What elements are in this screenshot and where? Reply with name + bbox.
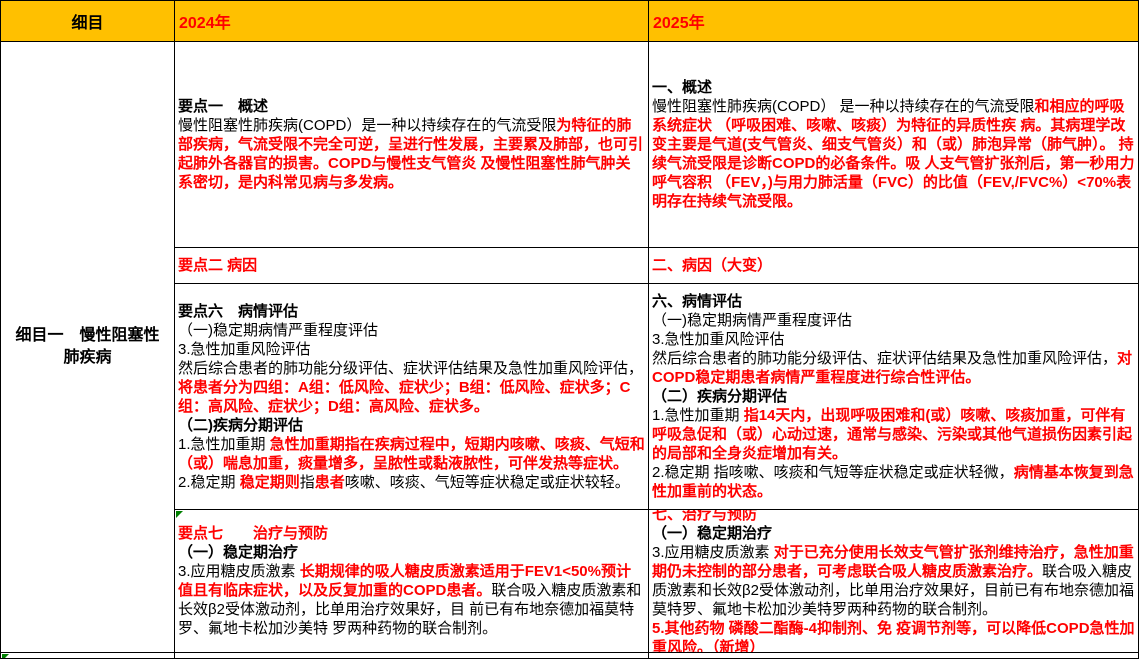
cell-2024-etiology[interactable]: 要点二 病因 [175,248,649,284]
paragraph: （一）稳定期治疗 [652,524,1135,543]
text-run: 慢性阻塞性肺疾病(COPD） 是一种以持续存在的气流受限 [652,98,1035,115]
cell-flag-triangle-icon [2,654,9,659]
paragraph: 慢性阻塞性肺疾病(COPD） 是一种以持续存在的气流受限和相应的呼吸系统症状 （… [652,97,1135,211]
text-run: 一、概述 [652,79,712,96]
paragraph: 七、治疗与预防 [652,510,1135,524]
text-run: （二)疾病分期评估 [178,417,303,434]
text-run: 要点七 治疗与预防 [178,525,328,542]
paragraph: （一)稳定期病情严重程度评估 [178,321,645,340]
paragraph: 1.急性加重期 指14天内，出现呼吸困难和(或）咳嗽、咳痰加重，可伴有呼吸急促和… [652,406,1135,463]
next-row-label-cell[interactable] [1,653,175,659]
paragraph: 一、概述 [652,78,1135,97]
paragraph: 然后综合患者的肺功能分级评估、症状评估结果及急性加重风险评估，对COPD稳定期患… [652,349,1135,387]
text-run: 要点二 病因 [178,257,257,274]
text-run: 3.应用糖皮质激素 [652,544,774,561]
paragraph: 然后综合患者的肺功能分级评估、症状评估结果及急性加重风险评估， 将患者分为四组：A… [178,359,645,416]
text-run: 慢性阻塞性肺疾病(COPD）是一种以持续存在的气流受限 [178,117,556,134]
text-run: （二）疾病分期评估 [652,388,787,405]
text-run: 然后综合患者的肺功能分级评估、症状评估结果及急性加重风险评估， [652,350,1117,367]
header-label-2024: 2024年 [179,9,231,33]
paragraph: 3.应用糖皮质激素 长期规律的吸人糖皮质激素适用于FEV1<50%预计值且有临床… [178,562,645,638]
cell-2024-overview[interactable]: 要点一 概述慢性阻塞性肺疾病(COPD）是一种以持续存在的气流受限为特征的肺部疾… [175,42,649,248]
text-run: 2.稳定期 [178,474,240,491]
cell-2025-assessment[interactable]: 六、病情评估（一)稳定期病情严重程度评估3.急性加重风险评估然后综合患者的肺功能… [649,284,1139,510]
next-row-2024-cell[interactable] [175,653,649,659]
comparison-table: 细目 2024年 2025年 细目一 慢性阻塞性肺疾病 要点一 概述慢性阻塞性肺… [0,0,1139,659]
paragraph: 要点七 治疗与预防 [178,524,645,543]
header-label-ximu: 细目 [71,9,103,33]
paragraph: （二)疾病分期评估 [178,416,645,435]
paragraph: 3.急性加重风险评估 [652,330,1135,349]
paragraph: 二、病因（大变） [652,256,1135,275]
cell-2025-etiology[interactable]: 二、病因（大变） [649,248,1139,284]
text-run: 然后综合患者的肺功能分级评估、症状评估结果及急性加重风险评估， [178,360,643,377]
cell-2025-treatment[interactable]: 七、治疗与预防 （一）稳定期治疗3.应用糖皮质激素 对于已充分使用长效支气管扩张剂… [649,510,1139,653]
paragraph: 2.稳定期 指咳嗽、咳痰和气短等症状稳定或症状轻微，病情基本恢复到急性加重前的状… [652,463,1135,501]
header-label-2025: 2025年 [653,9,705,33]
text-run: 3.急性加重风险评估 [178,341,311,358]
text-run: 将患者分为四组：A组：低风险、症状少；B组：低风险、症状多；C组：高风险、症状少… [178,379,631,415]
text-run: 1.急性加重期 [178,436,270,453]
paragraph: 2.稳定期 稳定期则指患者咳嗽、咳痰、气短等症状稳定或症状较轻。 [178,473,645,492]
cell-2024-treatment[interactable]: 要点七 治疗与预防 （一）稳定期治疗3.应用糖皮质激素 长期规律的吸人糖皮质激素适… [175,510,649,653]
cell-flag-triangle-icon [176,511,183,518]
paragraph: （一）稳定期治疗 [178,543,645,562]
text-run: 要点六 病情评估 [178,303,298,320]
paragraph: 3.急性加重风险评估 [178,340,645,359]
header-cell-ximu[interactable]: 细目 [1,1,175,42]
text-run: 患者 [315,474,345,491]
text-run: 稳定期则 [240,474,300,491]
paragraph: 5.其他药物 磷酸二酯酶-4抑制剂、免 疫调节剂等，可以降低COPD急性加重风险… [652,619,1135,653]
text-run: （一)稳定期病情严重程度评估 [178,322,378,339]
paragraph: 要点六 病情评估 [178,302,645,321]
cell-2024-assessment[interactable]: 要点六 病情评估（一)稳定期病情严重程度评估3.急性加重风险评估然后综合患者的肺… [175,284,649,510]
header-cell-2025[interactable]: 2025年 [649,1,1139,42]
text-run: 3.急性加重风险评估 [652,331,785,348]
text-run: 5.其他药物 磷酸二酯酶-4抑制剂、免 疫调节剂等，可以降低COPD急性加重风险… [652,620,1135,653]
text-run: （一)稳定期病情严重程度评估 [652,312,852,329]
header-cell-2024[interactable]: 2024年 [175,1,649,42]
paragraph: （一)稳定期病情严重程度评估 [652,311,1135,330]
text-run: 3.应用糖皮质激素 [178,563,300,580]
row-label-text: 细目一 慢性阻塞性肺疾病 [13,325,162,369]
text-run: 1.急性加重期 [652,407,744,424]
cell-2025-overview[interactable]: 一、概述慢性阻塞性肺疾病(COPD） 是一种以持续存在的气流受限和相应的呼吸系统… [649,42,1139,248]
paragraph: 六、病情评估 [652,292,1135,311]
row-label-copd[interactable]: 细目一 慢性阻塞性肺疾病 [1,42,175,653]
text-run: （一）稳定期治疗 [652,525,772,542]
paragraph: 1.急性加重期 急性加重期指在疾病过程中，短期内咳嗽、咳痰、气短和（或）喘息加重… [178,435,645,473]
paragraph: 要点二 病因 [178,256,645,275]
text-run: （一）稳定期治疗 [178,544,298,561]
paragraph: 要点一 概述 [178,97,645,116]
text-run: 要点一 概述 [178,98,268,115]
next-row-2025-cell[interactable] [649,653,1139,659]
text-run: 咳嗽、咳痰、气短等症状稳定或症状较轻。 [345,474,630,491]
text-run: 2.稳定期 指咳嗽、咳痰和气短等症状稳定或症状轻微， [652,464,1014,481]
paragraph: （二）疾病分期评估 [652,387,1135,406]
paragraph: 慢性阻塞性肺疾病(COPD）是一种以持续存在的气流受限为特征的肺部疾病，气流受限… [178,116,645,192]
text-run: 七、治疗与预防 [652,510,757,523]
text-run: 指 [300,474,315,491]
paragraph: 3.应用糖皮质激素 对于已充分使用长效支气管扩张剂维持治疗，急性加重期仍未控制的… [652,543,1135,619]
text-run: 六、病情评估 [652,293,742,310]
text-run: 二、病因（大变） [652,257,772,274]
